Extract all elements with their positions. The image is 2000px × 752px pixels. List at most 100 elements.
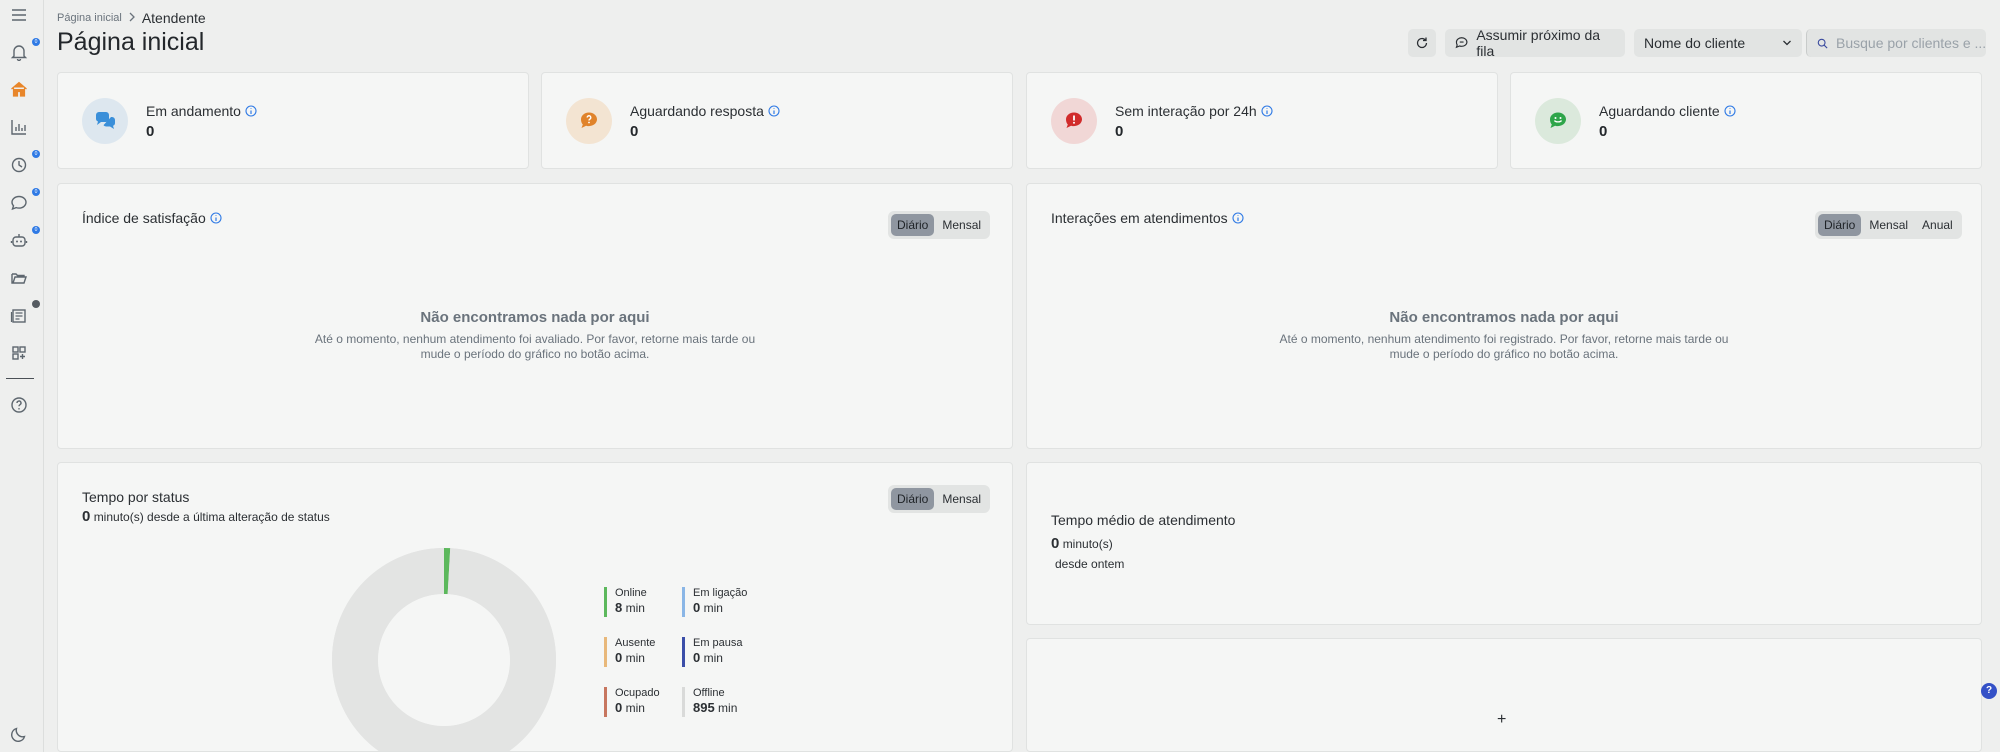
- avg-time-since: desde ontem: [1055, 557, 1125, 571]
- breadcrumb-home[interactable]: Página inicial: [57, 12, 122, 24]
- stat-card-waiting-response[interactable]: Aguardando resposta 0: [541, 72, 1013, 169]
- question-bubble-icon: [566, 98, 612, 144]
- news-icon[interactable]: [8, 305, 30, 327]
- interactions-period-toggle: Diário Mensal Anual: [1815, 211, 1962, 239]
- empty-state-line2: mude o período do gráfico no botão acima…: [1389, 347, 1619, 361]
- bot-badge: 0: [32, 226, 40, 234]
- help-icon[interactable]: [8, 394, 30, 416]
- tab-monthly[interactable]: Mensal: [936, 488, 987, 510]
- empty-state-line1: Até o momento, nenhum atendimento foi re…: [1279, 332, 1729, 346]
- stat-label: Em andamento: [146, 103, 257, 119]
- refresh-button[interactable]: [1408, 29, 1436, 57]
- home-icon[interactable]: [8, 78, 30, 100]
- satisfaction-period-toggle: Diário Mensal: [888, 211, 991, 239]
- legend-value: 8 min: [615, 600, 645, 615]
- legend-label: Offline: [693, 687, 725, 699]
- stat-label-text: Em andamento: [146, 103, 241, 119]
- add-widget-plus: +: [1497, 711, 1507, 728]
- empty-state-line1: Até o momento, nenhum atendimento foi av…: [314, 332, 756, 346]
- avg-time-card: Tempo médio de atendimento 0 minuto(s) d…: [1026, 462, 1982, 625]
- stat-label-text: Aguardando resposta: [630, 103, 764, 119]
- avg-time-value: 0: [1051, 535, 1060, 552]
- satisfaction-title-text: Índice de satisfação: [82, 210, 206, 226]
- interactions-title: Interações em atendimentos: [1051, 210, 1244, 226]
- next-in-queue-button[interactable]: Assumir próximo da fila: [1445, 27, 1625, 59]
- empty-state-title: Não encontramos nada por aqui: [1389, 309, 1619, 326]
- bell-icon[interactable]: [8, 41, 30, 63]
- breadcrumb: Página inicial Atendente: [57, 10, 206, 26]
- sidebar-divider: [6, 378, 34, 379]
- news-badge: [32, 300, 40, 308]
- status-time-subtitle: minuto(s) desde a última alteração de st…: [93, 510, 330, 524]
- status-time-period-toggle: Diário Mensal: [888, 485, 991, 513]
- folder-icon[interactable]: [8, 267, 30, 289]
- legend-value: 0 min: [615, 650, 645, 665]
- chat-icon[interactable]: [8, 192, 30, 214]
- tab-monthly[interactable]: Mensal: [936, 214, 987, 236]
- stat-label: Sem interação por 24h: [1115, 103, 1273, 119]
- stat-value: 0: [1599, 123, 1608, 140]
- stat-label-text: Sem interação por 24h: [1115, 103, 1257, 119]
- legend-label: Ausente: [615, 637, 656, 649]
- sidebar: 0 0 0 0: [0, 0, 44, 752]
- legend-item-offline: Offline 895 min: [682, 687, 737, 717]
- donut-hole: [378, 594, 510, 726]
- status-time-summary: 0 minuto(s) desde a última alteração de …: [82, 508, 330, 525]
- tab-yearly[interactable]: Anual: [1916, 214, 1959, 236]
- clock-icon[interactable]: [8, 154, 30, 176]
- legend-label: Online: [615, 587, 647, 599]
- info-icon[interactable]: [245, 105, 257, 117]
- add-widget-card[interactable]: +: [1026, 638, 1982, 752]
- status-time-card: Tempo por status 0 minuto(s) desde a últ…: [57, 462, 1013, 752]
- moon-icon[interactable]: [8, 723, 30, 745]
- bot-icon[interactable]: [8, 230, 30, 252]
- legend-item-online: Online 8 min: [604, 587, 647, 617]
- legend-item-ausente: Ausente 0 min: [604, 637, 655, 667]
- tab-daily[interactable]: Diário: [1818, 214, 1862, 236]
- legend-item-em-pausa: Em pausa 0 min: [682, 637, 743, 667]
- chevron-right-icon: [128, 12, 136, 25]
- legend-item-em-ligação: Em ligação 0 min: [682, 587, 747, 617]
- interactions-title-text: Interações em atendimentos: [1051, 210, 1228, 226]
- tab-daily[interactable]: Diário: [891, 214, 935, 236]
- stat-card-no-interaction[interactable]: Sem interação por 24h 0: [1026, 72, 1498, 169]
- info-icon[interactable]: [1724, 105, 1736, 117]
- status-time-title: Tempo por status: [82, 489, 190, 505]
- info-icon[interactable]: [1261, 105, 1273, 117]
- help-fab-button[interactable]: ?: [1981, 683, 1997, 699]
- chevron-down-icon: [1783, 40, 1791, 46]
- interactions-card: Interações em atendimentos Diário Mensal…: [1026, 183, 1982, 449]
- legend-label: Em pausa: [693, 637, 743, 649]
- refresh-icon: [1416, 37, 1428, 49]
- info-icon[interactable]: [1232, 212, 1244, 224]
- tab-daily[interactable]: Diário: [891, 488, 935, 510]
- satisfaction-title: Índice de satisfação: [82, 210, 222, 226]
- search-filter-select[interactable]: Nome do cliente: [1634, 29, 1802, 57]
- legend-item-ocupado: Ocupado 0 min: [604, 687, 660, 717]
- chat-icon: [1455, 37, 1468, 49]
- avg-time-title: Tempo médio de atendimento: [1051, 512, 1236, 528]
- breadcrumb-current: Atendente: [141, 10, 206, 26]
- status-donut-chart: [332, 548, 556, 751]
- stat-value: 0: [630, 123, 639, 140]
- stat-label: Aguardando cliente: [1599, 103, 1736, 119]
- satisfaction-card: Índice de satisfação Diário Mensal Não e…: [57, 183, 1013, 449]
- avg-time-unit: minuto(s): [1062, 537, 1113, 551]
- apps-icon[interactable]: [8, 342, 30, 364]
- stat-value: 0: [146, 123, 155, 140]
- chart-icon[interactable]: [8, 116, 30, 138]
- search-icon: [1817, 38, 1828, 49]
- stat-value: 0: [1115, 123, 1124, 140]
- legend-value: 0 min: [693, 650, 723, 665]
- stat-card-waiting-client[interactable]: Aguardando cliente 0: [1510, 72, 1982, 169]
- info-icon[interactable]: [210, 212, 222, 224]
- legend-label: Em ligação: [693, 587, 748, 599]
- search-input[interactable]: [1836, 35, 1986, 51]
- info-icon[interactable]: [768, 105, 780, 117]
- alert-bubble-icon: [1051, 98, 1097, 144]
- notification-badge: 0: [32, 38, 40, 46]
- legend-value: 0 min: [693, 600, 723, 615]
- stat-card-in-progress[interactable]: Em andamento 0: [57, 72, 529, 169]
- tab-monthly[interactable]: Mensal: [1863, 214, 1914, 236]
- menu-icon[interactable]: [8, 4, 30, 26]
